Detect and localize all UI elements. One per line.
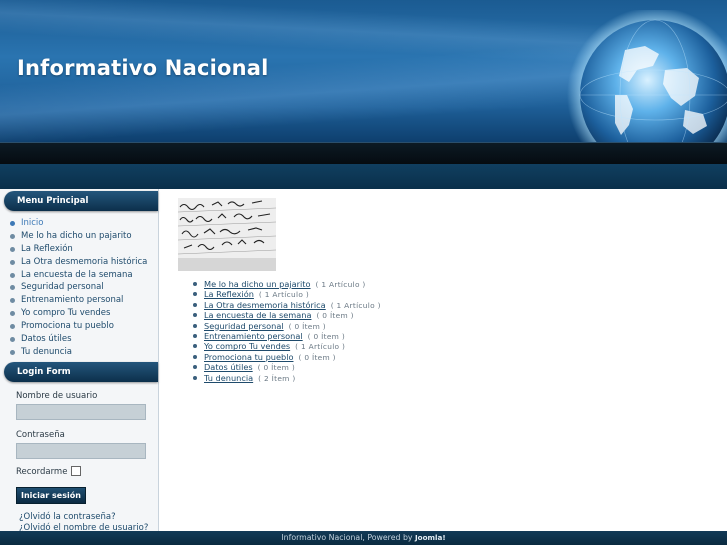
site-title[interactable]: Informativo Nacional: [17, 56, 269, 80]
list-item: La Otra desmemoria histórica ( 1 Artículo…: [192, 300, 381, 310]
sidebar: Menu Principal Inicio Me lo ha dicho un …: [0, 189, 159, 534]
top-nav-bar: [0, 164, 727, 189]
category-count: ( 1 Artículo ): [258, 290, 310, 300]
list-item: Tu denuncia ( 2 Ítem ): [192, 373, 381, 383]
footer-brand-link[interactable]: Joomla!: [415, 533, 446, 542]
menu-item-encuesta[interactable]: La encuesta de la semana: [0, 269, 158, 282]
list-item: La encuesta de la semana ( 0 Ítem ): [192, 310, 381, 320]
remember-checkbox[interactable]: [71, 466, 82, 477]
menu-item-promociona[interactable]: Promociona tu pueblo: [0, 320, 158, 333]
category-count: ( 1 Artículo ): [330, 300, 381, 310]
category-list: Me lo ha dicho un pajarito( 1 Artículo )…: [192, 279, 381, 383]
password-field[interactable]: [16, 442, 146, 459]
category-count: ( 1 Artículo ): [315, 280, 366, 289]
menu-item-inicio[interactable]: Inicio: [0, 217, 158, 230]
site-header: Informativo Nacional: [0, 0, 727, 142]
category-link[interactable]: Me lo ha dicho un pajarito: [204, 279, 311, 289]
forgot-password-link[interactable]: ¿Olvidó la contraseña?: [19, 512, 158, 523]
menu-item-desmemoria[interactable]: La Otra desmemoria histórica: [0, 256, 158, 269]
category-link[interactable]: La encuesta de la semana: [204, 310, 311, 320]
site-footer: Informativo Nacional, Powered by Joomla!: [0, 531, 727, 545]
list-item: Datos útiles ( 0 Ítem ): [192, 362, 381, 372]
username-field[interactable]: [16, 403, 146, 420]
category-count: ( 2 Ítem ): [258, 373, 296, 383]
category-count: ( 1 Artículo ): [295, 342, 346, 352]
category-link[interactable]: Promociona tu pueblo: [204, 352, 293, 362]
category-count: ( 0 Ítem ): [257, 363, 296, 373]
category-image: [178, 198, 276, 271]
list-item: La Reflexión ( 1 Artículo ): [192, 289, 381, 299]
login-form-title: Login Form: [4, 361, 158, 382]
login-form: Nombre de usuario Contraseña Recordarme …: [0, 382, 158, 534]
menu-item-reflexion[interactable]: La Reflexión: [0, 243, 158, 256]
password-label: Contraseña: [16, 429, 65, 440]
list-item: Promociona tu pueblo ( 0 Ítem ): [192, 352, 381, 362]
category-count: ( 0 Ítem ): [316, 311, 354, 321]
category-link[interactable]: Datos útiles: [204, 362, 253, 372]
category-link[interactable]: La Otra desmemoria histórica: [204, 300, 326, 310]
footer-text: Informativo Nacional, Powered by: [281, 533, 413, 542]
category-link[interactable]: Yo compro Tu vendes: [204, 341, 290, 351]
username-label: Nombre de usuario: [16, 390, 98, 401]
main-menu: Inicio Me lo ha dicho un pajarito La Ref…: [0, 217, 158, 359]
globe-icon: [567, 10, 727, 142]
category-link[interactable]: Seguridad personal: [204, 321, 284, 331]
header-divider: [0, 142, 727, 165]
list-item: Me lo ha dicho un pajarito ( 1 Artículo ): [192, 279, 381, 289]
list-item: Entrenamiento personal ( 0 Ítem ): [192, 331, 381, 341]
menu-item-denuncia[interactable]: Tu denuncia: [0, 346, 158, 359]
category-link[interactable]: Entrenamiento personal: [204, 331, 303, 341]
category-count: ( 0 Ítem ): [288, 321, 326, 331]
remember-label: Recordarme: [16, 466, 68, 477]
menu-title: Menu Principal: [4, 191, 158, 211]
category-link[interactable]: La Reflexión: [204, 289, 254, 299]
menu-item-pajarito[interactable]: Me lo ha dicho un pajarito: [0, 230, 158, 243]
list-item: Seguridad personal ( 0 Ítem ): [192, 321, 381, 331]
category-count: ( 0 Ítem ): [307, 331, 346, 341]
category-link[interactable]: Tu denuncia: [204, 373, 253, 383]
remember-row: Recordarme: [16, 465, 158, 479]
category-count: ( 0 Ítem ): [298, 352, 336, 362]
menu-item-seguridad[interactable]: Seguridad personal: [0, 281, 158, 294]
login-button[interactable]: Iniciar sesión: [16, 486, 86, 504]
menu-item-entrenamiento[interactable]: Entrenamiento personal: [0, 294, 158, 307]
menu-item-datos-utiles[interactable]: Datos útiles: [0, 333, 158, 346]
menu-item-compro-vendes[interactable]: Yo compro Tu vendes: [0, 307, 158, 320]
list-item: Yo compro Tu vendes ( 1 Artículo ): [192, 341, 381, 351]
handwriting-paper-icon: [178, 198, 276, 271]
